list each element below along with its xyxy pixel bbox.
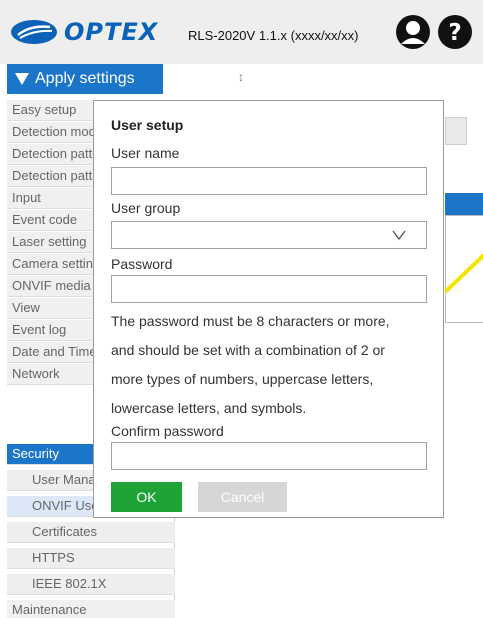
apply-settings-button[interactable]: Apply settings — [7, 64, 163, 94]
user-setup-dialog: User setup User name User group Password… — [93, 100, 444, 518]
confirm-password-label: Confirm password — [111, 423, 224, 439]
logo-mark-icon — [11, 20, 57, 44]
user-group-label: User group — [111, 200, 181, 216]
app-header: OPTEX RLS-2020V 1.1.x (xxxx/xx/xx) ? — [0, 0, 483, 64]
hint-line: and should be set with a combination of … — [111, 342, 385, 358]
background-header-band — [445, 193, 483, 215]
sidebar-item-certificates[interactable]: Certificates — [7, 522, 175, 543]
optex-logo: OPTEX — [10, 16, 158, 48]
password-label: Password — [111, 256, 173, 272]
user-icon[interactable] — [395, 14, 431, 50]
user-group-select[interactable] — [111, 221, 427, 249]
help-icon[interactable]: ? — [437, 14, 473, 50]
hint-line: The password must be 8 characters or mor… — [111, 313, 390, 329]
apply-settings-label: Apply settings — [35, 70, 135, 87]
detection-line-graphic — [445, 253, 483, 294]
sidebar-item-ieee-8021x[interactable]: IEEE 802.1X — [7, 574, 175, 595]
resize-handle-icon[interactable]: ↕ — [238, 70, 244, 84]
password-input[interactable] — [111, 275, 427, 303]
hint-line: lowercase letters, and symbols. — [111, 400, 307, 416]
chevron-down-icon — [392, 230, 406, 241]
cancel-button[interactable]: Cancel — [198, 482, 287, 512]
ok-button[interactable]: OK — [111, 482, 182, 512]
svg-text:?: ? — [448, 20, 461, 46]
triangle-down-icon — [15, 73, 29, 85]
background-input — [445, 117, 467, 145]
firmware-version: RLS-2020V 1.1.x (xxxx/xx/xx) — [188, 28, 359, 43]
username-label: User name — [111, 145, 180, 161]
password-hint: The password must be 8 characters or mor… — [111, 307, 441, 423]
sidebar-item-maintenance[interactable]: Maintenance — [7, 600, 175, 618]
hint-line: more types of numbers, uppercase letters… — [111, 371, 374, 387]
username-input[interactable] — [111, 167, 427, 195]
dialog-title: User setup — [111, 117, 184, 133]
logo-text: OPTEX — [64, 18, 159, 46]
sidebar-item-https[interactable]: HTTPS — [7, 548, 175, 569]
confirm-password-input[interactable] — [111, 442, 427, 470]
